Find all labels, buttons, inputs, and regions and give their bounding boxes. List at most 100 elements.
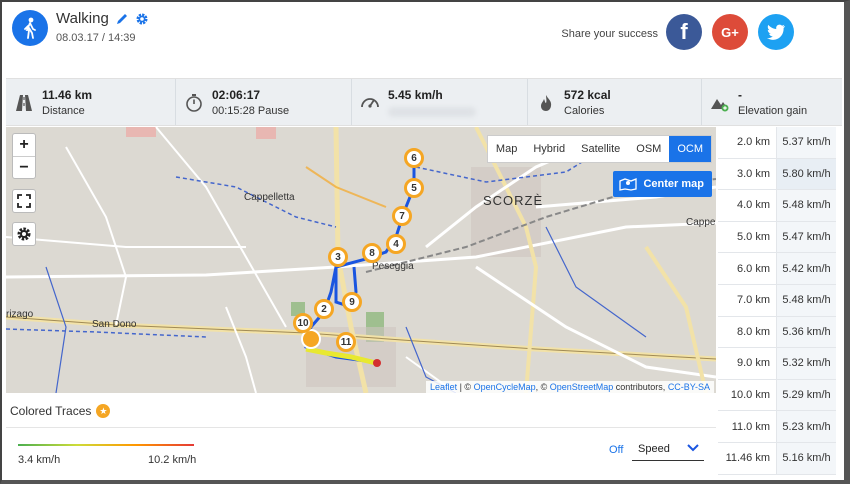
fullscreen-button[interactable] [12,189,36,213]
center-map-button[interactable]: Center map [613,171,712,197]
duration-value: 02:06:17 [212,88,261,102]
twitter-bird-icon [767,24,785,40]
place-label: SCORZÈ [483,193,544,208]
split-speed: 5.48 km/h [776,284,836,316]
route-marker[interactable]: 4 [386,234,406,254]
trace-metric-value: Speed [638,443,670,455]
edit-pencil-icon[interactable] [115,12,129,26]
speed-label-blurred [388,107,476,117]
gear-icon [17,227,31,241]
table-row: 4.0 km 5.48 km/h [718,190,836,222]
facebook-share-button[interactable]: f [666,14,702,50]
colored-traces-panel: Colored Traces ★ 3.4 km/h 10.2 km/h Off … [6,395,716,475]
splits-table: 2.0 km 5.37 km/h 3.0 km 5.80 km/h 4.0 km 5.… [718,127,836,475]
layer-satellite[interactable]: Satellite [573,136,628,162]
table-row: 6.0 km 5.42 km/h [718,253,836,285]
activity-date: 08.03.17 / 14:39 [56,32,136,44]
route-marker[interactable]: 10 [293,313,313,333]
mountain-icon [711,99,729,112]
stat-distance: 11.46 km Distance [6,79,176,125]
route-marker[interactable]: 8 [362,243,382,263]
table-row: 10.0 km 5.29 km/h [718,379,836,412]
opencyclemap-link[interactable]: OpenCycleMap [474,382,536,392]
map-settings-button[interactable] [12,222,36,246]
layer-hybrid[interactable]: Hybrid [525,136,573,162]
zoom-in-button[interactable]: + [13,134,35,156]
leaflet-link[interactable]: Leaflet [430,382,457,392]
pause-label: 00:15:28 Pause [212,105,290,117]
split-distance: 6.0 km [736,262,770,275]
openstreetmap-link[interactable]: OpenStreetMap [550,382,614,392]
route-marker[interactable]: 2 [314,299,334,319]
route-marker[interactable]: 5 [404,178,424,198]
split-distance: 11.0 km [731,420,770,433]
activity-header: Walking 08.03.17 / 14:39 Share your succ… [6,6,842,62]
route-marker[interactable]: 7 [392,206,412,226]
split-speed: 5.36 km/h [776,316,836,348]
license-link[interactable]: CC-BY-SA [668,382,710,392]
zoom-out-button[interactable]: − [13,156,35,178]
route-marker[interactable]: 6 [404,148,424,168]
split-distance: 8.0 km [736,325,770,338]
gear-icon[interactable] [135,12,149,26]
stat-elevation: - Elevation gain [702,79,842,125]
chevron-down-icon [687,444,699,452]
split-distance: 9.0 km [736,357,770,370]
stat-calories: 572 kcal Calories [528,79,702,125]
split-distance: 11.46 km [725,452,770,465]
distance-value: 11.46 km [42,88,93,102]
split-speed: 5.47 km/h [776,221,836,253]
split-speed: 5.37 km/h [776,127,836,158]
table-row: 11.46 km 5.16 km/h [718,442,836,475]
place-label: San Dono [92,319,137,330]
trace-metric-select[interactable]: Speed [632,439,704,461]
split-speed: 5.80 km/h [776,158,836,190]
split-speed: 5.29 km/h [776,379,836,411]
facebook-icon: f [680,19,688,44]
layer-osm[interactable]: OSM [628,136,669,162]
center-map-label: Center map [643,178,704,190]
speed-value: 5.45 km/h [388,88,443,102]
attribution-text: | © [457,382,474,392]
zoom-control: + − [12,133,36,179]
split-distance: 4.0 km [736,199,770,212]
split-distance: 5.0 km [736,231,770,244]
table-row: 11.0 km 5.23 km/h [718,411,836,443]
speed-gradient-legend [18,444,194,446]
map-layer-switcher: Map Hybrid Satellite OSM OCM [486,135,712,163]
place-label: Cappelletta [244,192,295,203]
activity-title: Walking [56,10,149,27]
stats-bar: 11.46 km Distance 02:06:17 00:15:28 Paus… [6,78,842,126]
route-marker[interactable]: 9 [342,292,362,312]
split-speed: 5.32 km/h [776,348,836,379]
road-icon [16,95,32,111]
layer-ocm[interactable]: OCM [669,136,711,162]
split-speed: 5.48 km/h [776,190,836,221]
map-tiles [6,127,716,393]
place-label: Cappe [686,217,716,228]
table-row: 9.0 km 5.32 km/h [718,348,836,380]
place-label: rizago [6,309,34,320]
calories-label: Calories [564,105,605,117]
colored-traces-title: Colored Traces [10,404,92,418]
divider [6,427,716,428]
gradient-max-label: 10.2 km/h [148,454,197,466]
distance-label: Distance [42,105,85,117]
calories-value: 572 kcal [564,88,611,102]
twitter-share-button[interactable] [758,14,794,50]
attribution-text: , © [535,382,550,392]
map-attribution: Leaflet | © OpenCycleMap, © OpenStreetMa… [426,381,714,393]
walking-icon [12,10,48,46]
flame-icon [541,95,552,111]
route-marker[interactable]: 3 [328,247,348,267]
route-map[interactable]: Cappelletta SCORZÈ San Dono Peseggia riz… [6,127,716,393]
route-marker[interactable]: 11 [336,332,356,352]
split-distance: 10.0 km [730,389,770,402]
fullscreen-icon [17,194,31,208]
gradient-min-label: 3.4 km/h [18,454,61,466]
googleplus-share-button[interactable]: G+ [712,14,748,50]
split-distance: 2.0 km [736,136,770,149]
traces-off-option[interactable]: Off [609,444,623,456]
split-distance: 7.0 km [736,294,770,307]
layer-map[interactable]: Map [488,136,525,162]
